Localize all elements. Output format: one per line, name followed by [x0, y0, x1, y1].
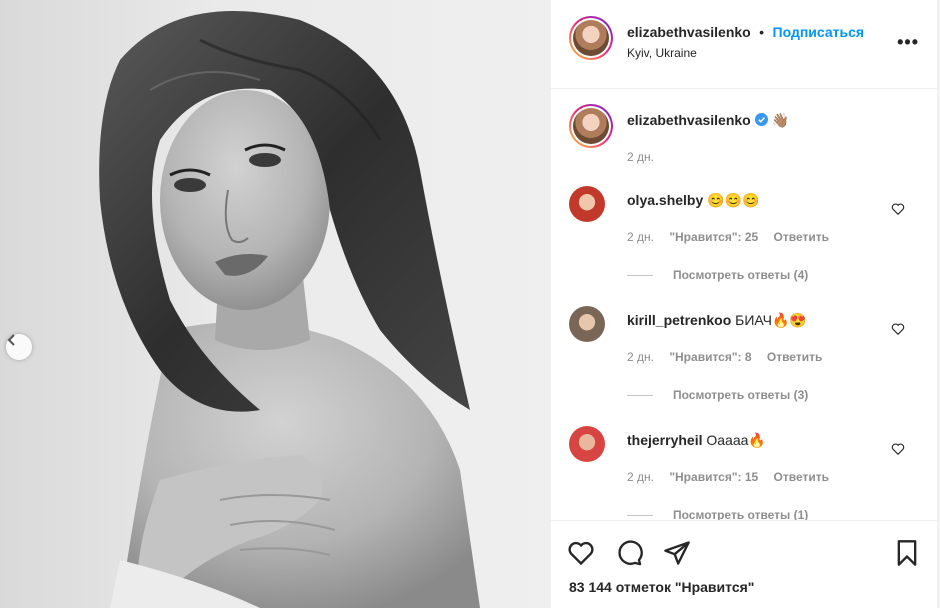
share-icon[interactable]	[663, 539, 691, 567]
author-avatar[interactable]	[569, 16, 613, 60]
like-comment-heart-icon[interactable]	[891, 442, 905, 456]
post-header: elizabethvasilenko • Подписаться Kyiv, U…	[551, 0, 940, 89]
comment-text: 😊😊😊	[707, 192, 760, 208]
heart-icon[interactable]	[567, 539, 595, 567]
view-replies-button[interactable]: Посмотреть ответы (4)	[627, 268, 808, 282]
caption-username[interactable]: elizabethvasilenko	[627, 112, 751, 128]
caption-time[interactable]: 2 дн.	[627, 150, 654, 164]
commenter-username[interactable]: olya.shelby	[627, 192, 703, 208]
comment-meta: 2 дн. "Нравится": 15 Ответить	[627, 470, 841, 484]
replies-divider	[627, 394, 653, 396]
commenter-username[interactable]: thejerryheil	[627, 432, 702, 448]
comment-meta: 2 дн. "Нравится": 25 Ответить	[627, 230, 841, 244]
more-options-button[interactable]: •••	[897, 32, 919, 53]
view-replies-label: Посмотреть ответы (1)	[673, 508, 809, 520]
previous-photo-button[interactable]	[6, 334, 32, 360]
portrait-image	[99, 11, 480, 608]
replies-divider	[627, 274, 653, 276]
reply-button[interactable]: Ответить	[774, 470, 829, 484]
comment-likes[interactable]: "Нравится": 8	[669, 350, 751, 364]
post-location[interactable]: Kyiv, Ukraine	[627, 46, 697, 60]
view-replies-label: Посмотреть ответы (3)	[673, 388, 809, 402]
follow-button[interactable]: Подписаться	[773, 24, 865, 40]
likes-count[interactable]: 83 144 отметок "Нравится"	[569, 579, 754, 595]
comment-icon[interactable]	[615, 539, 643, 567]
comment-meta: 2 дн. "Нравится": 8 Ответить	[627, 350, 834, 364]
comment-text: Оаааа🔥	[706, 432, 766, 448]
caption-avatar[interactable]	[569, 104, 613, 148]
view-replies-button[interactable]: Посмотреть ответы (1)	[627, 508, 808, 520]
commenter-avatar[interactable]	[569, 306, 605, 342]
commenter-avatar[interactable]	[569, 426, 605, 462]
post-photo[interactable]	[0, 0, 550, 608]
post-side-panel: elizabethvasilenko • Подписаться Kyiv, U…	[550, 0, 940, 608]
author-username[interactable]: elizabethvasilenko	[627, 24, 751, 40]
commenter-username[interactable]: kirill_petrenkoo	[627, 312, 731, 328]
comment-likes[interactable]: "Нравится": 15	[669, 470, 758, 484]
view-replies-label: Посмотреть ответы (4)	[673, 268, 809, 282]
chevron-left-icon	[7, 334, 15, 346]
comments-list[interactable]: elizabethvasilenko 👋🏽 2 дн. olya.shelby …	[551, 88, 940, 520]
bookmark-icon[interactable]	[893, 539, 921, 567]
like-comment-heart-icon[interactable]	[891, 202, 905, 216]
separator-dot: •	[759, 24, 765, 40]
post-actions-bar: 83 144 отметок "Нравится"	[551, 520, 940, 609]
reply-button[interactable]: Ответить	[767, 350, 822, 364]
commenter-avatar[interactable]	[569, 186, 605, 222]
view-replies-button[interactable]: Посмотреть ответы (3)	[627, 388, 808, 402]
like-comment-heart-icon[interactable]	[891, 322, 905, 336]
comment-text: БИАЧ🔥😍	[735, 312, 807, 328]
verified-badge-icon	[754, 113, 768, 126]
replies-divider	[627, 514, 653, 516]
comment-time[interactable]: 2 дн.	[627, 230, 654, 244]
reply-button[interactable]: Ответить	[774, 230, 829, 244]
comment-likes[interactable]: "Нравится": 25	[669, 230, 758, 244]
caption-text: 👋🏽	[771, 112, 789, 128]
comment-time[interactable]: 2 дн.	[627, 470, 654, 484]
comment-time[interactable]: 2 дн.	[627, 350, 654, 364]
